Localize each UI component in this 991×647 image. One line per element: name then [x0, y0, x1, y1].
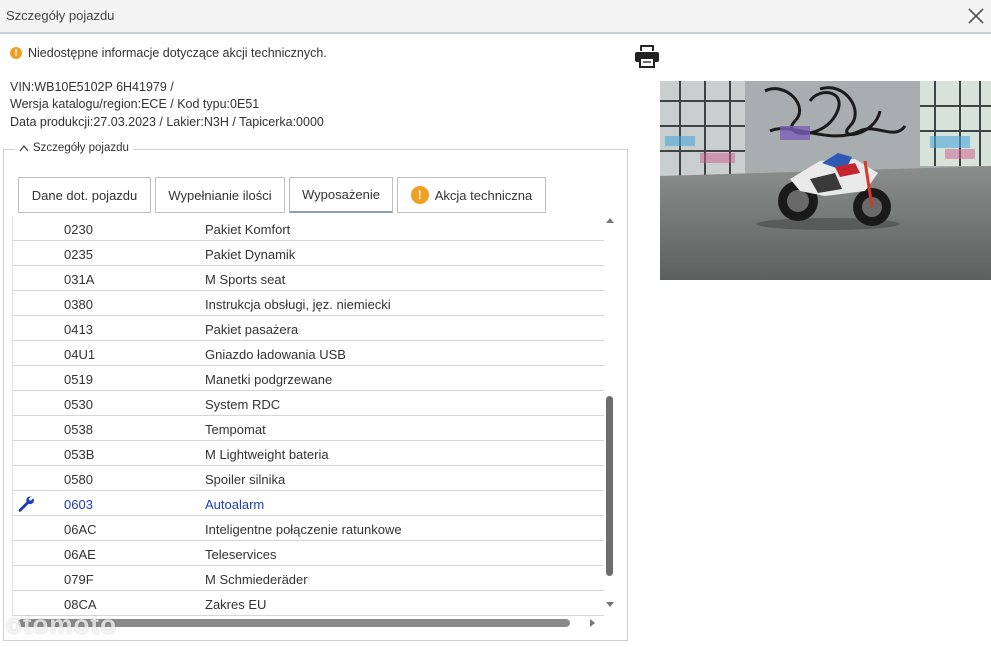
- table-row[interactable]: 0603 Autoalarm: [13, 491, 604, 516]
- equipment-description: Teleservices: [205, 547, 277, 562]
- equipment-description: Spoiler silnika: [205, 472, 286, 487]
- equipment-code: 08CA: [64, 597, 97, 612]
- equipment-description: M Lightweight bateria: [205, 447, 329, 462]
- table-row[interactable]: 04U1 Gniazdo ładowania USB: [13, 341, 604, 366]
- table-row[interactable]: 08CA Zakres EU: [13, 591, 604, 616]
- tab-equipment[interactable]: Wyposażenie: [289, 177, 393, 213]
- table-row[interactable]: 0530 System RDC: [13, 391, 604, 416]
- equipment-description: Pakiet Dynamik: [205, 247, 296, 262]
- vertical-scroll-thumb[interactable]: [606, 396, 613, 576]
- equipment-code: 0538: [64, 422, 93, 437]
- vehicle-photo: [660, 81, 991, 280]
- table-row[interactable]: 053B M Lightweight bateria: [13, 441, 604, 466]
- equipment-code: 079F: [64, 572, 94, 587]
- table-row[interactable]: 0580 Spoiler silnika: [13, 466, 604, 491]
- table-row[interactable]: 0519 Manetki podgrzewane: [13, 366, 604, 391]
- vehicle-vin: VIN:WB10E5102P 6H41979 /: [10, 80, 174, 94]
- equipment-code: 0413: [64, 322, 93, 337]
- equipment-description: Manetki podgrzewane: [205, 372, 333, 387]
- tab-label: Akcja techniczna: [434, 187, 533, 203]
- tab-fill-quantities[interactable]: Wypełnianie ilości: [155, 177, 285, 213]
- table-row[interactable]: 06AC Inteligentne połączenie ratunkowe: [13, 516, 604, 541]
- equipment-description: Tempomat: [205, 422, 266, 437]
- equipment-code: 0603: [64, 497, 93, 512]
- equipment-code: 0580: [64, 472, 93, 487]
- table-row[interactable]: 031A M Sports seat: [13, 266, 604, 291]
- tab-label: Dane dot. pojazdu: [31, 187, 138, 203]
- equipment-description: Instrukcja obsługi, jęz. niemiecki: [205, 297, 391, 312]
- vertical-scrollbar[interactable]: [603, 216, 617, 616]
- window-title: Szczegóły pojazdu: [6, 8, 115, 23]
- equipment-code: 0230: [64, 222, 93, 237]
- warning-icon: !: [410, 186, 429, 204]
- tab-label: Wypełnianie ilości: [168, 187, 272, 203]
- printer-icon[interactable]: [634, 44, 660, 68]
- equipment-description: Pakiet Komfort: [205, 222, 291, 237]
- wrench-icon: [18, 496, 34, 512]
- equipment-code: 0519: [64, 372, 93, 387]
- tab-vehicle-data[interactable]: Dane dot. pojazdu: [18, 177, 151, 213]
- warning-message: ! Niedostępne informacje dotyczące akcji…: [10, 46, 327, 60]
- equipment-description: Autoalarm: [205, 497, 265, 512]
- table-row[interactable]: 079F M Schmiederäder: [13, 566, 604, 591]
- table-row[interactable]: 0538 Tempomat: [13, 416, 604, 441]
- equipment-code: 06AC: [64, 522, 97, 537]
- scroll-right-arrow-icon[interactable]: [590, 619, 595, 627]
- tab-label: Wyposażenie: [302, 187, 380, 202]
- equipment-code: 06AE: [64, 547, 96, 562]
- warning-text: Niedostępne informacje dotyczące akcji t…: [28, 46, 327, 60]
- equipment-code: 031A: [64, 272, 95, 287]
- equipment-code: 0235: [64, 247, 93, 262]
- vehicle-catalog: Wersja katalogu/region:ECE / Kod typu:0E…: [10, 97, 260, 111]
- table-row[interactable]: 0380 Instrukcja obsługi, jęz. niemiecki: [13, 291, 604, 316]
- equipment-description: M Schmiederäder: [205, 572, 308, 587]
- equipment-code: 04U1: [64, 347, 96, 362]
- section-toggle[interactable]: Szczegóły pojazdu: [15, 142, 133, 154]
- warning-icon: !: [10, 47, 22, 59]
- horizontal-scroll-thumb[interactable]: [18, 619, 570, 627]
- title-bar: Szczegóły pojazdu: [0, 0, 991, 34]
- equipment-code: 053B: [64, 447, 95, 462]
- tab-technical-action[interactable]: ! Akcja techniczna: [397, 177, 546, 213]
- equipment-table: 0230 Pakiet Komfort 0235 Pakiet Dynamik …: [12, 216, 604, 616]
- equipment-code: 0530: [64, 397, 93, 412]
- table-row[interactable]: 0235 Pakiet Dynamik: [13, 241, 604, 266]
- equipment-description: Inteligentne połączenie ratunkowe: [205, 522, 402, 537]
- equipment-description: Pakiet pasażera: [205, 322, 299, 337]
- section-legend: Szczegóły pojazdu: [33, 142, 129, 154]
- close-icon[interactable]: [965, 5, 987, 27]
- scroll-up-arrow-icon[interactable]: [606, 218, 614, 223]
- equipment-code: 0380: [64, 297, 93, 312]
- equipment-description: M Sports seat: [205, 272, 286, 287]
- equipment-description: Zakres EU: [205, 597, 267, 612]
- scroll-down-arrow-icon[interactable]: [606, 602, 614, 607]
- equipment-description: Gniazdo ładowania USB: [205, 347, 346, 362]
- table-row[interactable]: 0230 Pakiet Komfort: [13, 216, 604, 241]
- table-row[interactable]: 06AE Teleservices: [13, 541, 604, 566]
- vehicle-production: Data produkcji:27.03.2023 / Lakier:N3H /…: [10, 115, 324, 129]
- equipment-description: System RDC: [205, 397, 281, 412]
- horizontal-scrollbar[interactable]: [12, 616, 604, 630]
- table-row[interactable]: 0413 Pakiet pasażera: [13, 316, 604, 341]
- chevron-up-icon: [19, 144, 29, 152]
